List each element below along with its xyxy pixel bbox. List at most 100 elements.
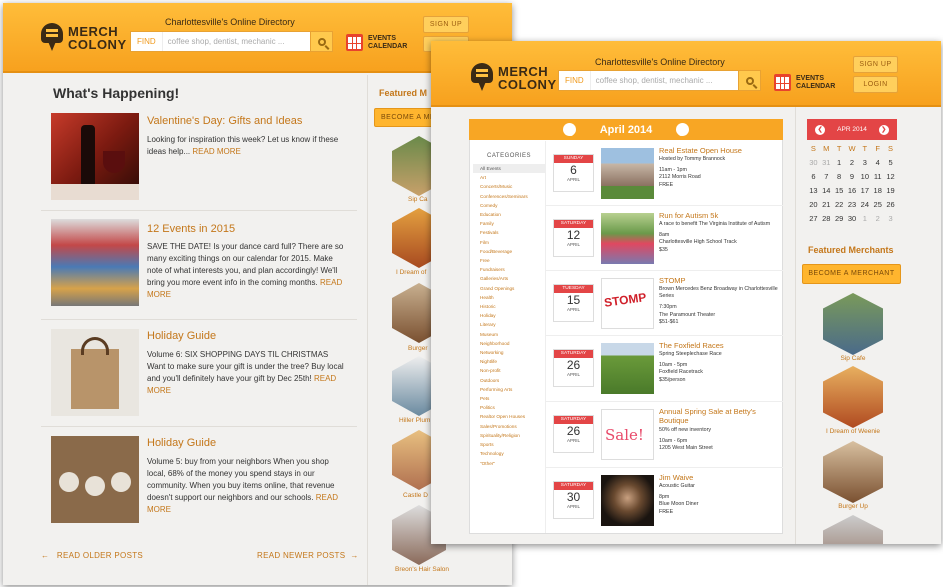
prev-month-icon[interactable]: ❮ — [562, 123, 576, 136]
mini-calendar-day[interactable]: 22 — [833, 198, 846, 211]
category-item[interactable]: Education — [473, 210, 545, 219]
category-item[interactable]: Museum — [473, 330, 545, 339]
mini-calendar-day[interactable]: 7 — [820, 170, 833, 183]
post-title[interactable]: Holiday Guide — [147, 437, 216, 449]
merchant-name[interactable]: Burger — [408, 345, 428, 352]
mini-calendar-day[interactable]: 5 — [884, 156, 897, 169]
merchant-name[interactable]: Sip Cafe — [803, 355, 903, 362]
events-calendar-link[interactable]: EVENTS CALENDAR — [346, 34, 407, 51]
next-month-icon[interactable]: ❯ — [676, 123, 690, 136]
mini-calendar-day[interactable]: 1 — [858, 212, 871, 225]
category-item[interactable]: Literary — [473, 320, 545, 329]
mini-calendar-day[interactable]: 3 — [884, 212, 897, 225]
category-item[interactable]: Film — [473, 238, 545, 247]
event-row[interactable]: SATURDAY 26 APRIL The Foxfield Races Sprin… — [545, 337, 783, 402]
mini-calendar-day[interactable]: 23 — [846, 198, 859, 211]
mini-calendar-day[interactable]: 10 — [858, 170, 871, 183]
merchant-hex-weenie[interactable] — [823, 366, 883, 428]
category-item[interactable]: Art — [473, 173, 545, 182]
mini-calendar-day[interactable]: 24 — [858, 198, 871, 211]
mini-calendar-day[interactable]: 8 — [833, 170, 846, 183]
category-item[interactable]: Festivals — [473, 228, 545, 237]
mini-calendar-day[interactable]: 16 — [846, 184, 859, 197]
merchant-hex-burger-up[interactable] — [823, 441, 883, 503]
event-title[interactable]: Run for Autism 5k — [659, 211, 718, 220]
mini-calendar-day[interactable]: 13 — [807, 184, 820, 197]
signup-button[interactable]: SIGN UP — [423, 16, 469, 33]
mini-calendar-day[interactable]: 18 — [871, 184, 884, 197]
mini-calendar-day[interactable]: 20 — [807, 198, 820, 211]
category-item[interactable]: Galleries/Arts — [473, 274, 545, 283]
login-button[interactable]: LOGIN — [853, 76, 898, 93]
site-logo[interactable]: MERCH COLONY — [471, 63, 557, 93]
category-item[interactable]: Politics — [473, 403, 545, 412]
category-item[interactable]: Concerts/Music — [473, 182, 545, 191]
category-item[interactable]: Spirituality/Religion — [473, 431, 545, 440]
category-item[interactable]: Grand Openings — [473, 284, 545, 293]
category-item[interactable]: Performing Arts — [473, 385, 545, 394]
mini-calendar-day[interactable]: 19 — [884, 184, 897, 197]
merchant-name[interactable]: Castle D — [403, 492, 428, 499]
events-calendar-link[interactable]: EVENTS CALENDAR — [774, 74, 835, 91]
mini-calendar-day[interactable]: 30 — [807, 156, 820, 169]
event-row[interactable]: SATURDAY 12 APRIL Run for Autism 5k A race… — [545, 207, 783, 271]
category-item[interactable]: Historic — [473, 302, 545, 311]
event-row[interactable]: SATURDAY 30 APRIL Jim Waive Acoustic Guita… — [545, 469, 783, 533]
category-item[interactable]: Realtor Open Houses — [473, 412, 545, 421]
category-item[interactable]: Sports — [473, 440, 545, 449]
event-title[interactable]: STOMP — [659, 276, 686, 285]
search-input[interactable]: coffee shop, dentist, mechanic ... — [591, 76, 738, 85]
mini-calendar-day[interactable]: 15 — [833, 184, 846, 197]
mini-calendar-day[interactable]: 3 — [858, 156, 871, 169]
mini-calendar-day[interactable]: 9 — [846, 170, 859, 183]
merchant-name[interactable]: Burger Up — [803, 503, 903, 510]
mini-calendar-day[interactable]: 21 — [820, 198, 833, 211]
mini-calendar-day[interactable]: 14 — [820, 184, 833, 197]
merchant-hex-sip-cafe[interactable] — [823, 293, 883, 355]
event-title[interactable]: Real Estate Open House — [659, 146, 742, 155]
category-item[interactable]: Nightlife — [473, 357, 545, 366]
mini-calendar-day[interactable]: 4 — [871, 156, 884, 169]
mini-calendar-day[interactable]: 28 — [820, 212, 833, 225]
event-row[interactable]: TUESDAY 15 APRIL STOMP STOMP Brown Mercede… — [545, 272, 783, 336]
category-item[interactable]: Comedy — [473, 201, 545, 210]
mini-calendar-day[interactable]: 12 — [884, 170, 897, 183]
older-posts-link[interactable]: ← READ OLDER POSTS — [41, 551, 143, 560]
site-logo[interactable]: MERCH COLONY — [41, 23, 127, 53]
category-item[interactable]: Technology — [473, 449, 545, 458]
search-bar[interactable]: FIND coffee shop, dentist, mechanic ... — [558, 70, 761, 91]
category-item[interactable]: Sales/Promotions — [473, 422, 545, 431]
category-item[interactable]: Fundraisers — [473, 265, 545, 274]
newer-posts-link[interactable]: READ NEWER POSTS → — [257, 551, 359, 560]
search-bar[interactable]: FIND coffee shop, dentist, mechanic ... — [130, 31, 333, 52]
clay-ornaments-photo[interactable] — [51, 436, 139, 523]
mini-calendar-day[interactable]: 26 — [884, 198, 897, 211]
street-festival-photo[interactable] — [51, 219, 139, 306]
category-item[interactable]: Family — [473, 219, 545, 228]
merchant-name[interactable]: Breon's Hair Salon — [395, 566, 449, 573]
event-title[interactable]: The Foxfield Races — [659, 341, 724, 350]
category-item[interactable]: Neighborhood — [473, 339, 545, 348]
search-button[interactable] — [738, 71, 760, 90]
become-merchant-button[interactable]: BECOME A MERCHANT — [802, 264, 901, 284]
category-item[interactable]: Networking — [473, 348, 545, 357]
search-input[interactable]: coffee shop, dentist, mechanic ... — [163, 37, 310, 46]
merchant-name[interactable]: Hiller Plum — [399, 417, 430, 424]
mini-prev-icon[interactable]: ❮ — [815, 124, 826, 135]
mini-calendar-day[interactable]: 30 — [846, 212, 859, 225]
category-item[interactable]: Pets — [473, 394, 545, 403]
category-item[interactable]: Holiday — [473, 311, 545, 320]
read-more-link[interactable]: READ MORE — [192, 147, 240, 156]
mini-calendar-day[interactable]: 17 — [858, 184, 871, 197]
category-item[interactable]: Outdoors — [473, 376, 545, 385]
merchant-hex-next[interactable] — [823, 515, 883, 544]
tote-bag-photo[interactable] — [51, 329, 139, 416]
category-item[interactable]: All Events — [473, 164, 545, 174]
mini-calendar-day[interactable]: 2 — [871, 212, 884, 225]
event-row[interactable]: SUNDAY 6 APRIL Real Estate Open House Host… — [545, 142, 783, 206]
mini-calendar-day[interactable]: 11 — [871, 170, 884, 183]
category-item[interactable]: Free — [473, 256, 545, 265]
mini-calendar-day[interactable]: 1 — [833, 156, 846, 169]
merchant-name[interactable]: Sip Ca — [408, 196, 428, 203]
signup-button[interactable]: SIGN UP — [853, 56, 898, 73]
